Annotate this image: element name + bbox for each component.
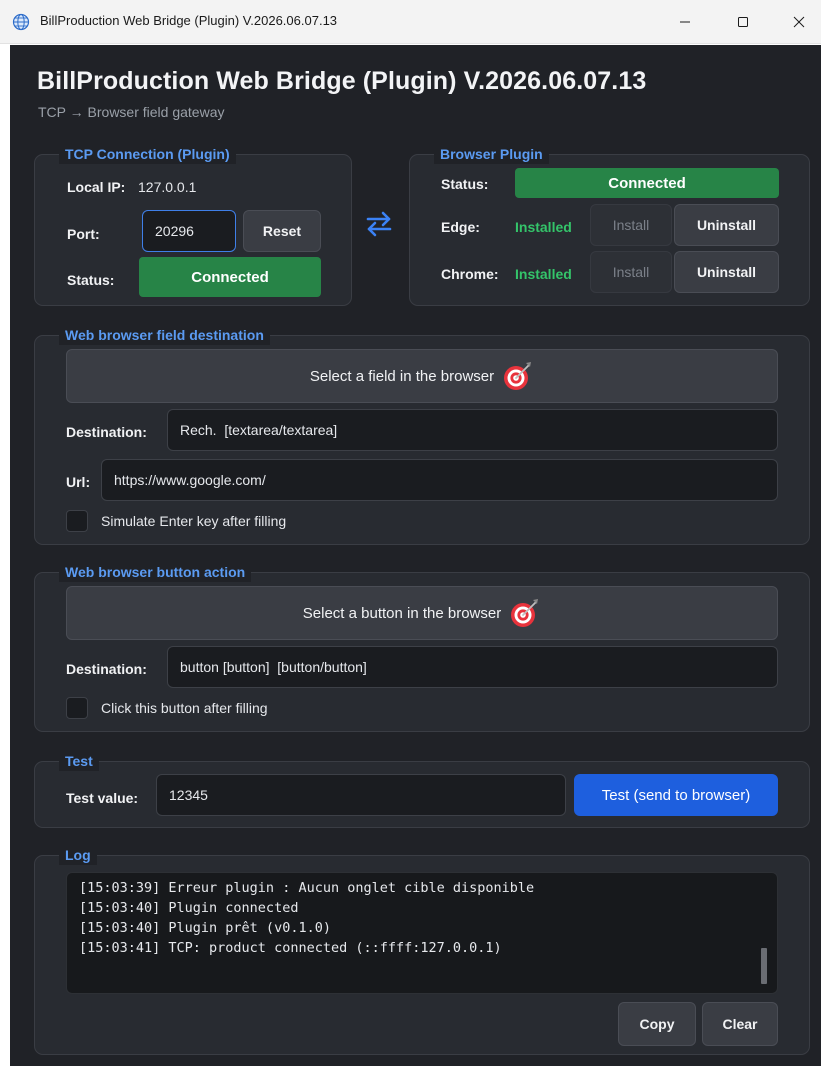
chrome-label: Chrome: [441,266,499,282]
button-destination-input[interactable]: button [button] [button/button] [167,646,778,688]
test-value-input[interactable]: 12345 [156,774,566,816]
plugin-group-label: Browser Plugin [434,144,549,164]
chrome-installed-status: Installed [515,266,572,282]
maximize-button[interactable] [720,0,766,44]
tcp-connection-group: TCP Connection (Plugin) Local IP: 127.0.… [34,144,352,306]
log-line: [15:03:40] Plugin prêt (v0.1.0) [79,920,331,936]
select-button-button-label: Select a button in the browser [302,604,502,622]
edge-uninstall-button[interactable]: Uninstall [674,204,779,246]
log-group: Log [15:03:39] Erreur plugin : Aucun ong… [34,845,810,1055]
log-group-label: Log [59,845,97,865]
chrome-install-button[interactable]: Install [590,251,672,293]
tcp-group-label: TCP Connection (Plugin) [59,144,236,164]
button-destination-value: button [button] [button/button] [180,659,367,675]
swap-arrows-icon [364,211,394,237]
reset-button[interactable]: Reset [243,210,321,252]
log-scrollbar-thumb[interactable] [761,948,767,984]
button-action-group-label: Web browser button action [59,562,252,582]
edge-installed-status: Installed [515,219,572,235]
field-destination-label: Destination: [66,424,147,440]
test-value: 12345 [169,787,208,803]
url-input[interactable]: https://www.google.com/ [101,459,778,501]
field-destination-input[interactable]: Rech. [textarea/textarea] [167,409,778,451]
tcp-status-badge: Connected [139,257,321,297]
port-input[interactable]: 20296 [142,210,236,252]
log-line: [15:03:40] Plugin connected [79,900,299,916]
port-input-value: 20296 [155,223,194,239]
field-destination-value: Rech. [textarea/textarea] [180,422,338,438]
select-field-button-label: Select a field in the browser [309,367,495,385]
test-group-label: Test [59,751,99,771]
url-label: Url: [66,474,91,490]
maximize-icon [738,17,748,27]
log-line: [15:03:41] TCP: product connected (::fff… [79,940,502,956]
local-ip-label: Local IP: [67,179,126,195]
window-title-bar: BillProduction Web Bridge (Plugin) V.202… [0,0,821,44]
target-icon [502,360,534,392]
tcp-status-label: Status: [67,272,115,288]
select-button-button[interactable]: Select a button in the browser [66,586,778,640]
field-destination-group: Web browser field destination Select a f… [34,325,810,545]
test-value-label: Test value: [66,790,139,806]
edge-label: Edge: [441,219,480,235]
simulate-enter-label: Simulate Enter key after filling [101,513,287,529]
button-destination-label: Destination: [66,661,147,677]
close-icon [793,16,805,28]
copy-log-button[interactable]: Copy [618,1002,696,1046]
minimize-icon [680,21,690,23]
app-window: BillProduction Web Bridge (Plugin) V.202… [10,45,821,1066]
simulate-enter-checkbox[interactable] [66,510,88,532]
clear-log-button[interactable]: Clear [702,1002,778,1046]
minimize-button[interactable] [662,0,708,44]
plugin-status-badge: Connected [515,168,779,198]
url-value: https://www.google.com/ [114,472,266,488]
target-icon [509,597,541,629]
test-send-button[interactable]: Test (send to browser) [574,774,778,816]
page-subtitle: TCP → Browser field gateway [38,104,225,120]
click-button-label: Click this button after filling [101,700,268,716]
window-title: BillProduction Web Bridge (Plugin) V.202… [40,13,338,28]
select-field-button[interactable]: Select a field in the browser [66,349,778,403]
log-line: [15:03:39] Erreur plugin : Aucun onglet … [79,880,535,896]
browser-plugin-group: Browser Plugin Status: Connected Edge: I… [409,144,810,306]
port-label: Port: [67,226,100,242]
field-destination-group-label: Web browser field destination [59,325,270,345]
plugin-status-label: Status: [441,176,489,192]
close-button[interactable] [776,0,821,44]
local-ip-value: 127.0.0.1 [138,179,197,195]
globe-icon [12,13,30,31]
log-output[interactable]: [15:03:39] Erreur plugin : Aucun onglet … [66,872,778,994]
click-button-checkbox[interactable] [66,697,88,719]
chrome-uninstall-button[interactable]: Uninstall [674,251,779,293]
button-action-group: Web browser button action Select a butto… [34,562,810,732]
page-title: BillProduction Web Bridge (Plugin) V.202… [37,67,647,95]
test-group: Test Test value: 12345 Test (send to bro… [34,751,810,828]
edge-install-button[interactable]: Install [590,204,672,246]
